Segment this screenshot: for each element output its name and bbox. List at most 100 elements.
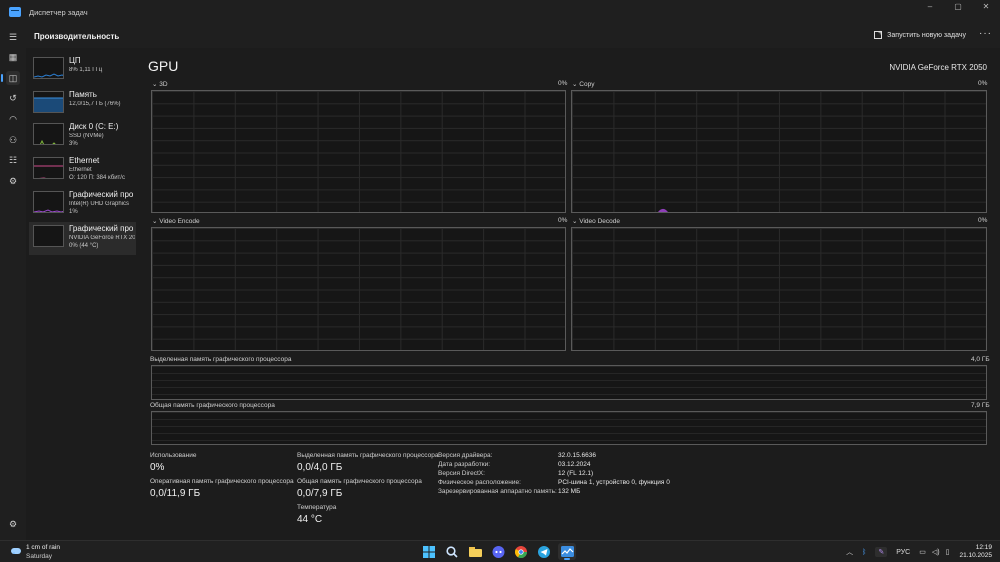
- hamburger-icon[interactable]: ☰: [6, 30, 20, 44]
- telegram-icon[interactable]: [535, 543, 553, 560]
- temperature-label: Температура: [297, 504, 337, 511]
- weather-condition: 1 cm of rain: [26, 544, 60, 551]
- gpu0-thumbnail: [33, 191, 64, 213]
- directx-version-key: Версия DirectX:: [438, 470, 485, 477]
- resource-cpu[interactable]: ЦП 8% 1,11 ГГц: [29, 54, 136, 87]
- system-tray: ︿ ᛒ ✎ РУС ▭ ◁) ▯ 12:19 21.10.2025: [837, 544, 992, 560]
- engine-video-decode-graph: [571, 227, 987, 351]
- task-manager-app-icon: [9, 7, 21, 17]
- window-controls: – ▢ ✕: [916, 0, 1000, 16]
- startup-apps-icon[interactable]: ◠: [6, 112, 20, 126]
- resource-name: Память: [69, 90, 97, 99]
- driver-date-key: Дата разработки:: [438, 461, 491, 468]
- rain-cloud-icon: [10, 546, 22, 559]
- physical-location-value: PCI-шина 1, устройство 0, функция 0: [558, 479, 670, 486]
- reserved-memory-value: 132 МБ: [558, 488, 581, 495]
- gpu-title: GPU: [148, 58, 179, 74]
- chrome-icon[interactable]: [512, 543, 530, 560]
- run-new-task-button[interactable]: Запустить новую задачу: [874, 30, 966, 39]
- resource-name: Графический про: [69, 190, 134, 199]
- directx-version-value: 12 (FL 12.1): [558, 470, 594, 477]
- shared-memory-graph-label: Общая память графического процессора: [150, 402, 275, 409]
- engine-copy-label[interactable]: ⌄ Copy: [572, 80, 594, 88]
- cpu-thumbnail: [33, 57, 64, 79]
- dedicated-memory-graph-max: 4,0 ГБ: [971, 356, 990, 363]
- gpu-model-name: NVIDIA GeForce RTX 2050: [889, 63, 987, 72]
- reserved-memory-key: Зарезервированная аппаратно память:: [438, 488, 557, 495]
- bluetooth-icon[interactable]: ᛒ: [862, 549, 866, 556]
- resource-list: ЦП 8% 1,11 ГГц Память 12,0/15,7 ГБ (76%)…: [26, 48, 136, 540]
- resource-gpu-1[interactable]: Графический про NVIDIA GeForce RTX 205 0…: [29, 222, 136, 255]
- resource-name: ЦП: [69, 56, 81, 65]
- weather-widget[interactable]: 1 cm of rain Saturday: [10, 543, 60, 561]
- processes-icon[interactable]: ▦: [6, 50, 20, 64]
- discord-icon[interactable]: [489, 543, 507, 560]
- page-title: Производительность: [34, 32, 120, 41]
- driver-version-key: Версия драйвера:: [438, 452, 493, 459]
- driver-date-value: 03.12.2024: [558, 461, 591, 468]
- resource-detail: Intel(R) UHD Graphics: [69, 201, 130, 207]
- maximize-button[interactable]: ▢: [944, 0, 972, 16]
- performance-icon[interactable]: ◫: [1, 71, 20, 85]
- clock[interactable]: 12:19 21.10.2025: [959, 544, 992, 560]
- services-icon[interactable]: ⚙: [6, 174, 20, 188]
- resource-disk[interactable]: Диск 0 (C: E:) SSD (NVMe) 3%: [29, 120, 136, 153]
- driver-version-value: 32.0.15.6636: [558, 452, 596, 459]
- resource-name: Ethernet: [69, 156, 100, 165]
- weather-day: Saturday: [26, 553, 53, 560]
- volume-icon[interactable]: ◁): [932, 548, 940, 556]
- title-bar: Диспетчер задач – ▢ ✕: [0, 0, 1000, 24]
- battery-icon[interactable]: ▯: [946, 548, 950, 556]
- shared-memory-value: 0,0/7,9 ГБ: [297, 488, 343, 499]
- ethernet-thumbnail: [33, 157, 64, 179]
- chevron-up-icon[interactable]: ︿: [846, 547, 853, 557]
- engine-video-decode-value: 0%: [978, 217, 988, 224]
- resource-usage: О: 120 П: 384 кбит/с: [69, 175, 125, 181]
- windows-start-icon[interactable]: [420, 543, 438, 560]
- engine-copy-graph: [571, 90, 987, 213]
- run-new-task-label: Запустить новую задачу: [887, 31, 966, 39]
- network-icon[interactable]: ▭: [919, 548, 926, 556]
- file-explorer-icon[interactable]: [466, 543, 484, 560]
- page-header: Производительность Запустить новую задач…: [26, 24, 1000, 48]
- minimize-button[interactable]: –: [916, 0, 944, 16]
- resource-usage: 1%: [69, 209, 78, 215]
- shared-memory-label: Общая память графического процессора: [297, 478, 422, 485]
- dedicated-memory-label: Выделенная память графического процессор…: [297, 452, 439, 459]
- taskbar-apps: [420, 543, 581, 560]
- engine-video-decode-label[interactable]: ⌄ Video Decode: [572, 217, 620, 225]
- gpu-memory-label: Оперативная память графического процессо…: [150, 478, 294, 485]
- dedicated-memory-value: 0,0/4,0 ГБ: [297, 462, 343, 473]
- engine-copy-value: 0%: [978, 80, 988, 87]
- more-options-button[interactable]: ···: [979, 28, 992, 39]
- gpu-memory-value: 0,0/11,9 ГБ: [150, 488, 201, 499]
- utilization-label: Использование: [150, 452, 197, 459]
- resource-detail: 8% 1,11 ГГц: [69, 67, 103, 73]
- details-icon[interactable]: ☷: [6, 153, 20, 167]
- engine-3d-value: 0%: [558, 80, 568, 87]
- physical-location-key: Физическое расположение:: [438, 479, 521, 486]
- new-task-icon: [874, 30, 882, 39]
- dedicated-memory-graph-label: Выделенная память графического процессор…: [150, 356, 292, 363]
- resource-ethernet[interactable]: Ethernet Ethernet О: 120 П: 384 кбит/с: [29, 154, 136, 187]
- settings-icon[interactable]: ⚙: [6, 517, 20, 531]
- window-title: Диспетчер задач: [29, 7, 88, 17]
- disk-thumbnail: [33, 123, 64, 145]
- resource-memory[interactable]: Память 12,0/15,7 ГБ (76%): [29, 88, 136, 121]
- task-manager-icon[interactable]: [558, 543, 576, 560]
- engine-video-encode-label[interactable]: ⌄ Video Encode: [152, 217, 200, 225]
- engine-3d-label[interactable]: ⌄ 3D: [152, 80, 168, 88]
- input-language[interactable]: РУС: [896, 549, 910, 556]
- close-button[interactable]: ✕: [972, 0, 1000, 16]
- gpu1-thumbnail: [33, 225, 64, 247]
- pen-icon[interactable]: ✎: [875, 547, 888, 557]
- search-icon[interactable]: [443, 543, 461, 560]
- resource-detail: NVIDIA GeForce RTX 205: [69, 235, 135, 241]
- resource-gpu-0[interactable]: Графический про Intel(R) UHD Graphics 1%: [29, 188, 136, 221]
- clock-time: 12:19: [975, 544, 992, 551]
- app-history-icon[interactable]: ↺: [6, 91, 20, 105]
- resource-usage: 0% (44 °C): [69, 243, 99, 249]
- clock-date: 21.10.2025: [959, 552, 992, 559]
- shared-memory-graph: [151, 411, 987, 445]
- users-icon[interactable]: ⚇: [6, 133, 20, 147]
